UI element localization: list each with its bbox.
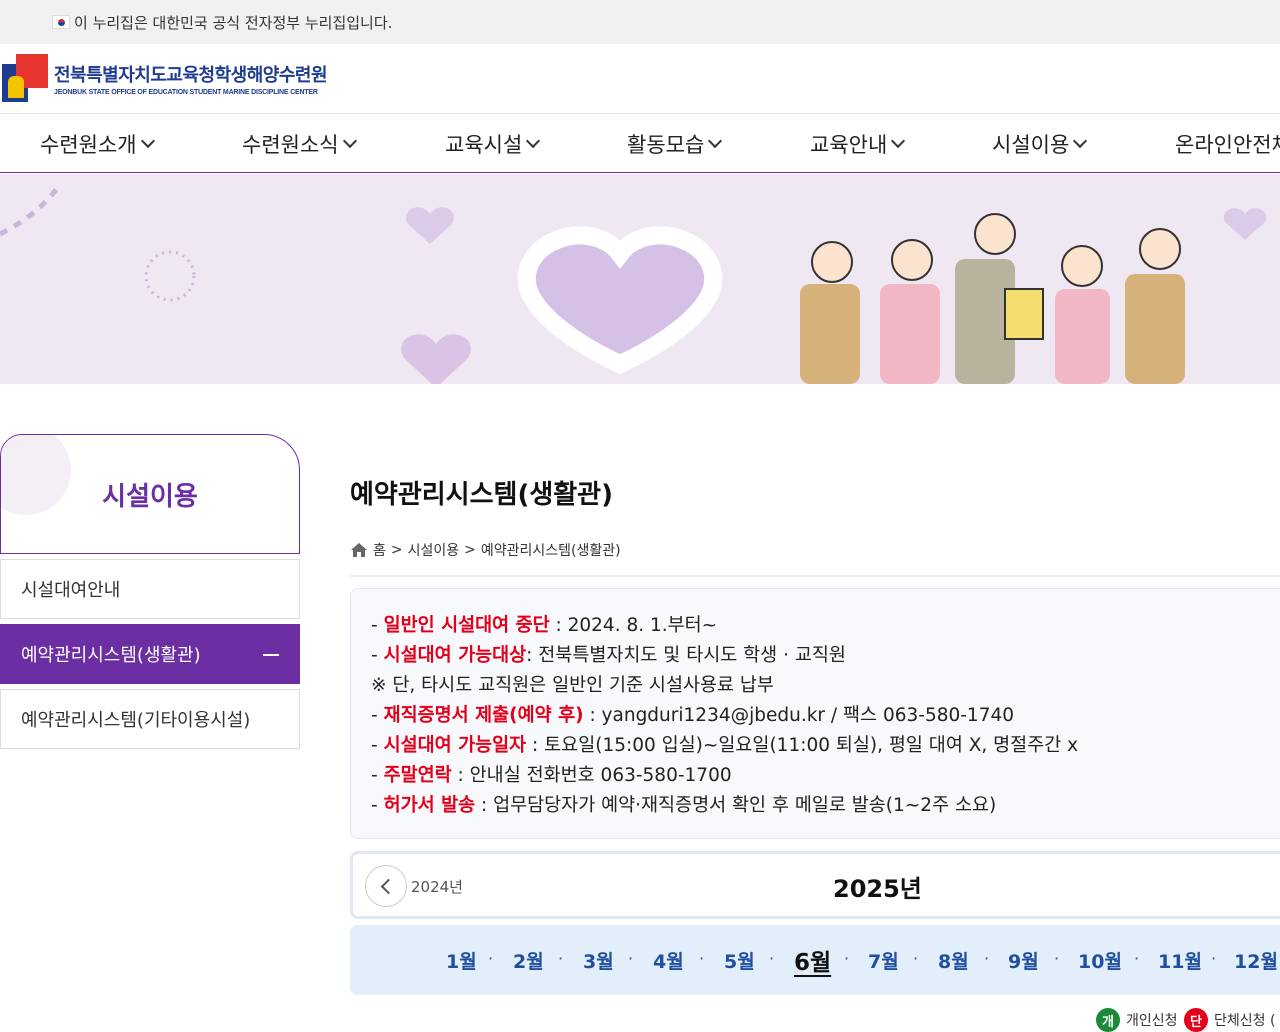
- current-year: 2025년: [833, 875, 922, 903]
- month-separator: ·: [1134, 949, 1140, 968]
- month-tab[interactable]: 2월: [513, 947, 544, 974]
- month-separator: ·: [844, 949, 850, 968]
- month-separator: ·: [984, 949, 990, 968]
- breadcrumb-facility-use[interactable]: 시설이용: [408, 540, 460, 560]
- korea-flag-icon: [52, 15, 70, 29]
- site-logo[interactable]: 전북특별자치도교육청학생해양수련원 JEONBUK STATE OFFICE O…: [2, 54, 328, 102]
- banner-illustration: [0, 182, 1267, 384]
- page-title: 예약관리시스템(생활관): [350, 480, 613, 510]
- month-tab[interactable]: 7월: [868, 947, 899, 974]
- chevron-down-icon: [891, 133, 906, 149]
- notice-line: - 시설대여 가능일자 : 토요일(15:00 입실)~일요일(11:00 퇴실…: [371, 735, 1079, 756]
- divider: [350, 575, 1280, 577]
- month-selector: 1월 · 2월 · 3월 · 4월 · 5월 · 6월 · 7월 · 8월 · …: [350, 925, 1280, 995]
- chevron-down-icon: [342, 133, 357, 149]
- nav-label: 온라인안전체: [1175, 133, 1280, 157]
- month-tab[interactable]: 10월: [1078, 947, 1122, 974]
- breadcrumb-separator: >: [464, 542, 476, 558]
- sidebar-title: 시설이용: [102, 481, 198, 512]
- month-separator: ·: [913, 949, 919, 968]
- month-tab[interactable]: 11월: [1158, 947, 1202, 974]
- month-separator: ·: [488, 949, 494, 968]
- legend-group: 단 단체신청 (: [1184, 1008, 1275, 1032]
- home-icon[interactable]: [350, 542, 368, 558]
- breadcrumb-separator: >: [390, 542, 403, 558]
- legend-label: 개인신청: [1126, 1013, 1178, 1029]
- sidebar-item-rental-guide[interactable]: 시설대여안내: [0, 559, 300, 619]
- month-tab[interactable]: 3월: [583, 947, 614, 974]
- month-separator: ·: [558, 949, 564, 968]
- prev-year-button[interactable]: [365, 865, 407, 907]
- sidebar-item-label: 시설대여안내: [21, 580, 121, 601]
- nav-item-facility-use[interactable]: 시설이용: [992, 115, 1088, 173]
- month-tab[interactable]: 1월: [446, 947, 477, 974]
- sidebar-header: 시설이용: [0, 434, 300, 554]
- month-tab[interactable]: 9월: [1008, 947, 1039, 974]
- nav-item-education[interactable]: 교육안내: [810, 115, 906, 173]
- chevron-down-icon: [708, 133, 723, 149]
- chevron-down-icon: [526, 133, 541, 149]
- month-separator: ·: [1211, 949, 1217, 968]
- individual-badge-icon: 개: [1096, 1008, 1120, 1032]
- gov-notice-bar: 이 누리집은 대한민국 공식 전자정부 누리집입니다.: [0, 0, 1280, 44]
- month-tab-current[interactable]: 6월: [794, 943, 831, 977]
- notice-box: - 일반인 시설대여 중단 : 2024. 8. 1.부터~ - 시설대여 가능…: [350, 588, 1280, 839]
- breadcrumb: 홈 > 시설이용 > 예약관리시스템(생활관): [350, 540, 621, 560]
- hero-banner: [0, 174, 1280, 384]
- nav-item-activities[interactable]: 활동모습: [627, 115, 723, 173]
- month-tab[interactable]: 12월: [1234, 947, 1278, 974]
- nav-label: 시설이용: [992, 133, 1070, 157]
- nav-item-online-safety[interactable]: 온라인안전체: [1175, 115, 1280, 173]
- nav-label: 교육시설: [445, 133, 523, 157]
- month-tab[interactable]: 5월: [724, 947, 755, 974]
- notice-line: - 일반인 시설대여 중단 : 2024. 8. 1.부터~: [371, 615, 718, 636]
- nav-item-news[interactable]: 수련원소식: [242, 115, 357, 173]
- nav-label: 활동모습: [627, 133, 705, 157]
- notice-line: - 주말연락 : 안내실 전화번호 063-580-1700: [371, 765, 732, 786]
- prev-year-label[interactable]: 2024년: [411, 876, 463, 897]
- gov-notice-text: 이 누리집은 대한민국 공식 전자정부 누리집입니다.: [74, 13, 393, 32]
- nav-item-facilities[interactable]: 교육시설: [445, 115, 541, 173]
- sidebar-item-reservation-other[interactable]: 예약관리시스템(기타이용시설): [0, 689, 300, 749]
- nav-item-about[interactable]: 수련원소개: [40, 115, 155, 173]
- nav-label: 교육안내: [810, 133, 888, 157]
- year-selector: 2024년 2025년: [350, 851, 1280, 919]
- logo-emblem-icon: [2, 54, 48, 102]
- group-badge-icon: 단: [1184, 1008, 1208, 1032]
- month-separator: ·: [699, 949, 705, 968]
- logo-title: 전북특별자치도교육청학생해양수련원: [54, 64, 328, 85]
- chevron-down-icon: [140, 133, 155, 149]
- breadcrumb-home[interactable]: 홈: [373, 540, 386, 560]
- notice-line: ※ 단, 타시도 교직원은 일반인 기준 시설사용료 납부: [371, 675, 774, 696]
- logo-subtitle: JEONBUK STATE OFFICE OF EDUCATION STUDEN…: [54, 88, 318, 96]
- sidebar-item-label: 예약관리시스템(생활관): [21, 645, 201, 666]
- notice-line: - 재직증명서 제출(예약 후) : yangduri1234@jbedu.kr…: [371, 705, 1015, 726]
- breadcrumb-current: 예약관리시스템(생활관): [480, 543, 621, 559]
- notice-line: - 허가서 발송 : 업무담당자가 예약·재직증명서 확인 후 메일로 발송(1…: [371, 795, 997, 816]
- notice-line: - 시설대여 가능대상: 전북특별자치도 및 타시도 학생 · 교직원: [371, 645, 846, 666]
- month-separator: ·: [1054, 949, 1060, 968]
- sidebar-item-reservation-dorm[interactable]: 예약관리시스템(생활관): [0, 624, 300, 684]
- month-separator: ·: [628, 949, 634, 968]
- legend-individual: 개 개인신청: [1096, 1008, 1178, 1032]
- nav-label: 수련원소개: [40, 133, 137, 157]
- sidebar-decoration: [1, 435, 71, 515]
- main-nav: 수련원소개 수련원소식 교육시설 활동모습 교육안내 시설이용 온라인안전체: [0, 115, 1280, 173]
- minus-icon: [263, 654, 279, 656]
- month-tab[interactable]: 4월: [653, 947, 684, 974]
- sidebar-item-label: 예약관리시스템(기타이용시설): [21, 710, 251, 731]
- nav-label: 수련원소식: [242, 133, 339, 157]
- legend-label: 단체신청 (: [1214, 1013, 1276, 1029]
- chevron-down-icon: [1073, 133, 1088, 149]
- site-header: 전북특별자치도교육청학생해양수련원 JEONBUK STATE OFFICE O…: [0, 44, 1280, 114]
- month-separator: ·: [769, 949, 775, 968]
- month-tab[interactable]: 8월: [938, 947, 969, 974]
